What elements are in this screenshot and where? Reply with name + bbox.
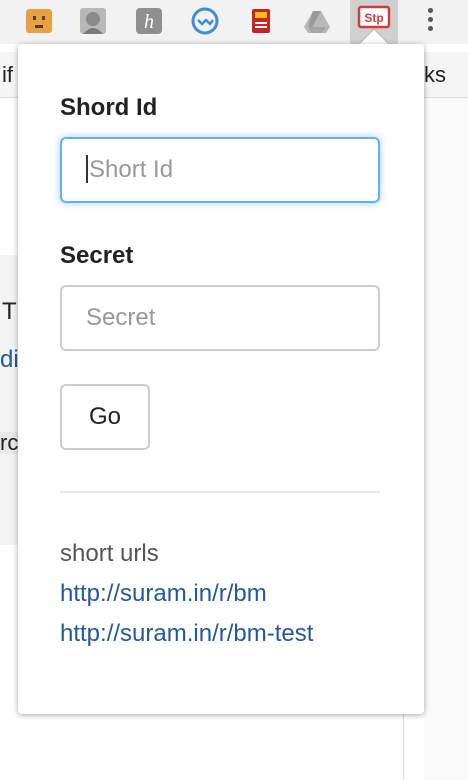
drive-extension-icon <box>304 11 330 33</box>
secret-placeholder: Secret <box>86 304 156 331</box>
stp-icon-text: Stp <box>364 11 383 25</box>
sync-extension-icon <box>191 7 219 35</box>
browser-toolbar: h Stp <box>0 0 468 44</box>
svg-text:h: h <box>144 11 154 33</box>
drive-extension-button[interactable] <box>302 6 332 36</box>
h-extension-icon: h <box>136 8 162 34</box>
bookmark-text-left[interactable]: if <box>2 64 13 86</box>
browser-menu-button[interactable] <box>424 6 438 36</box>
secret-label: Secret <box>60 242 134 269</box>
sync-extension-button[interactable] <box>190 6 220 36</box>
section-divider <box>60 491 380 493</box>
face-extension-button[interactable] <box>24 6 54 36</box>
extension-popup: Shord Id Short Id Secret Secret Go short… <box>18 44 424 714</box>
go-button[interactable]: Go <box>60 384 150 450</box>
secret-input[interactable]: Secret <box>60 285 380 351</box>
sd-card-extension-button[interactable] <box>246 6 276 36</box>
short-id-input[interactable]: Short Id <box>60 137 380 203</box>
page-right-panel <box>424 98 468 780</box>
page-text-heading: T <box>2 298 17 325</box>
page-link-text[interactable]: di <box>0 348 19 372</box>
short-urls-title: short urls <box>60 540 159 567</box>
face-extension-icon <box>26 9 52 33</box>
page-code-text: rc <box>0 430 19 455</box>
short-url-link[interactable]: http://suram.in/r/bm-test <box>60 620 313 648</box>
avatar-extension-icon <box>80 8 106 34</box>
short-id-label: Shord Id <box>60 94 158 121</box>
avatar-extension-button[interactable] <box>78 6 108 36</box>
short-url-link[interactable]: http://suram.in/r/bm <box>60 580 267 608</box>
short-id-placeholder: Short Id <box>89 156 174 183</box>
sd-card-extension-icon <box>252 9 270 33</box>
bookmark-text-right[interactable]: ks <box>424 64 446 86</box>
h-extension-button[interactable]: h <box>134 6 164 36</box>
text-cursor <box>86 154 88 183</box>
